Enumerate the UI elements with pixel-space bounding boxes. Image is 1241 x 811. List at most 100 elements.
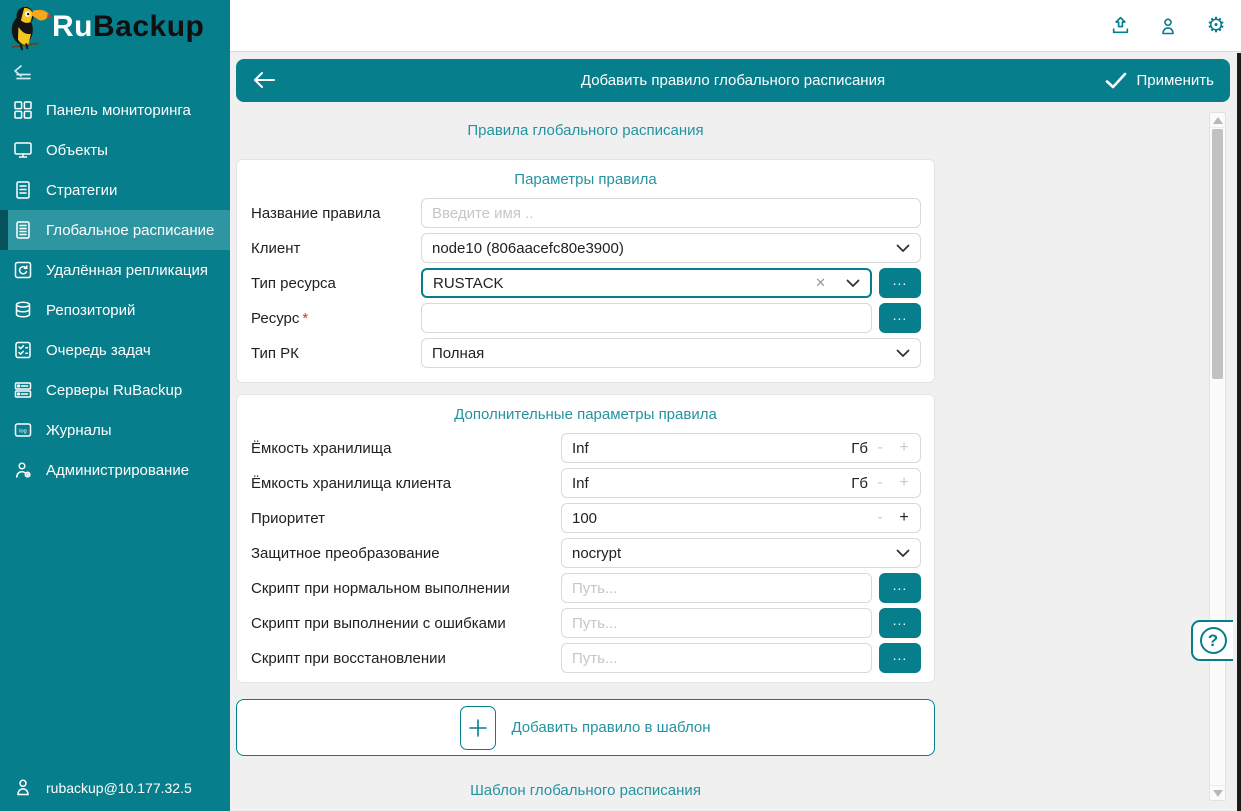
field-label: Скрипт при выполнении с ошибками <box>251 615 561 632</box>
field-label: Название правила <box>251 205 421 222</box>
brand-name: RuBackup <box>52 10 204 44</box>
chevron-down-icon <box>896 549 910 558</box>
sidebar-collapse-icon[interactable] <box>12 64 36 86</box>
sidebar-footer: rubackup@10.177.32.5 <box>0 765 230 811</box>
dropdown-select[interactable]: node10 (806aacefc80e3900) <box>421 233 921 263</box>
vertical-scrollbar[interactable] <box>1209 112 1226 801</box>
user-icon <box>13 777 33 800</box>
field-label: Ресурс* <box>251 310 421 327</box>
sidebar-item-label: Серверы RuBackup <box>46 382 182 399</box>
browse-button[interactable]: ... <box>879 573 921 603</box>
upload-icon[interactable] <box>1109 15 1131 37</box>
browse-button[interactable]: ... <box>879 268 921 298</box>
sidebar-item-6[interactable]: Репозиторий <box>0 290 230 330</box>
increment-button[interactable]: + <box>892 439 916 457</box>
user-icon[interactable] <box>1157 15 1179 37</box>
increment-button[interactable]: + <box>892 509 916 527</box>
sidebar-menu: Панель мониторингаОбъекты Стратегии Глобал… <box>0 90 230 490</box>
main-content: Добавить правило глобального расписания … <box>230 53 1237 811</box>
decrement-button[interactable]: - <box>868 439 892 457</box>
repository-icon <box>13 300 33 320</box>
browse-button[interactable]: ... <box>879 303 921 333</box>
scrollbar-thumb[interactable] <box>1212 129 1223 379</box>
unit-suffix: Гб <box>843 475 868 492</box>
field-input[interactable] <box>561 573 872 603</box>
increment-button[interactable]: + <box>892 474 916 492</box>
dropdown-select[interactable]: nocrypt <box>561 538 921 568</box>
decrement-button[interactable]: - <box>868 509 892 527</box>
scroll-down-icon[interactable] <box>1210 785 1225 800</box>
sidebar-item-2[interactable]: Объекты <box>0 130 230 170</box>
settings-icon[interactable]: ⚙ <box>1205 15 1227 37</box>
decrement-button[interactable]: - <box>868 474 892 492</box>
field-label: Скрипт при нормальном выполнении <box>251 580 561 597</box>
field-input[interactable] <box>561 643 872 673</box>
sidebar-item-3[interactable]: Стратегии <box>0 170 230 210</box>
rules-section-title: Правила глобального расписания <box>236 122 935 139</box>
form-row: Клиентnode10 (806aacefc80e3900) <box>251 233 921 263</box>
sidebar-item-label: Стратегии <box>46 182 117 199</box>
extra-params-card: Дополнительные параметры правила Ёмкость… <box>236 394 935 683</box>
sidebar-item-label: Глобальное расписание <box>46 222 214 239</box>
browse-button[interactable]: ... <box>879 643 921 673</box>
servers-icon <box>13 380 33 400</box>
sidebar-item-label: Журналы <box>46 422 112 439</box>
dashboard-icon <box>13 100 33 120</box>
rule-params-title: Параметры правила <box>237 171 934 188</box>
add-rule-to-template-label: Добавить правило в шаблон <box>511 719 710 736</box>
text-input[interactable] <box>432 205 910 222</box>
plus-icon <box>460 706 496 750</box>
text-input[interactable] <box>572 615 861 632</box>
browse-button[interactable]: ... <box>879 608 921 638</box>
add-rule-to-template-button[interactable]: Добавить правило в шаблон <box>236 699 935 756</box>
question-icon: ? <box>1200 627 1227 654</box>
replication-icon <box>13 260 33 280</box>
sidebar-item-4[interactable]: Глобальное расписание <box>0 210 230 250</box>
sidebar-item-label: Удалённая репликация <box>46 262 208 279</box>
number-input[interactable]: Гб-+ <box>561 433 921 463</box>
sidebar-item-8[interactable]: Серверы RuBackup <box>0 370 230 410</box>
field-label: Тип РК <box>251 345 421 362</box>
number-input[interactable]: Гб-+ <box>561 468 921 498</box>
selected-value: nocrypt <box>572 545 888 562</box>
logs-icon: log <box>13 420 33 440</box>
schedule-icon <box>13 220 33 240</box>
apply-label: Применить <box>1136 72 1214 89</box>
number-value[interactable] <box>572 440 843 457</box>
form-row: Тип РКПолная <box>251 338 921 368</box>
required-marker: * <box>302 310 308 327</box>
objects-icon <box>13 140 33 160</box>
sidebar-item-7[interactable]: Очередь задач <box>0 330 230 370</box>
text-input[interactable] <box>432 310 861 327</box>
field-label: Ёмкость хранилища <box>251 440 561 457</box>
help-button[interactable]: ? <box>1191 620 1233 661</box>
apply-button[interactable]: Применить <box>1105 72 1214 89</box>
form-row: Приоритет-+ <box>251 503 921 533</box>
sidebar-item-5[interactable]: Удалённая репликация <box>0 250 230 290</box>
sidebar-item-label: Репозиторий <box>46 302 135 319</box>
field-input[interactable] <box>421 198 921 228</box>
page-title: Добавить правило глобального расписания <box>236 72 1230 89</box>
topbar: ⚙ <box>230 0 1241 52</box>
sidebar-item-10[interactable]: Администрирование <box>0 450 230 490</box>
form-row: Ёмкость хранилищаГб-+ <box>251 433 921 463</box>
sidebar-item-1[interactable]: Панель мониторинга <box>0 90 230 130</box>
sidebar-item-label: Администрирование <box>46 462 189 479</box>
number-value[interactable] <box>572 510 868 527</box>
number-value[interactable] <box>572 475 843 492</box>
page-header-bar: Добавить правило глобального расписания … <box>236 59 1230 102</box>
form-row: Скрипт при нормальном выполнении... <box>251 573 921 603</box>
field-label: Приоритет <box>251 510 561 527</box>
clear-icon[interactable]: ✕ <box>815 275 826 291</box>
field-input[interactable] <box>421 303 872 333</box>
dropdown-select[interactable]: Полная <box>421 338 921 368</box>
text-input[interactable] <box>572 650 861 667</box>
field-input[interactable] <box>561 608 872 638</box>
scroll-up-icon[interactable] <box>1210 113 1225 128</box>
sidebar-item-9[interactable]: log Журналы <box>0 410 230 450</box>
number-input[interactable]: -+ <box>561 503 921 533</box>
window-edge <box>1237 53 1241 811</box>
admin-icon <box>13 460 33 480</box>
dropdown-select[interactable]: RUSTACK✕ <box>421 268 872 298</box>
text-input[interactable] <box>572 580 861 597</box>
